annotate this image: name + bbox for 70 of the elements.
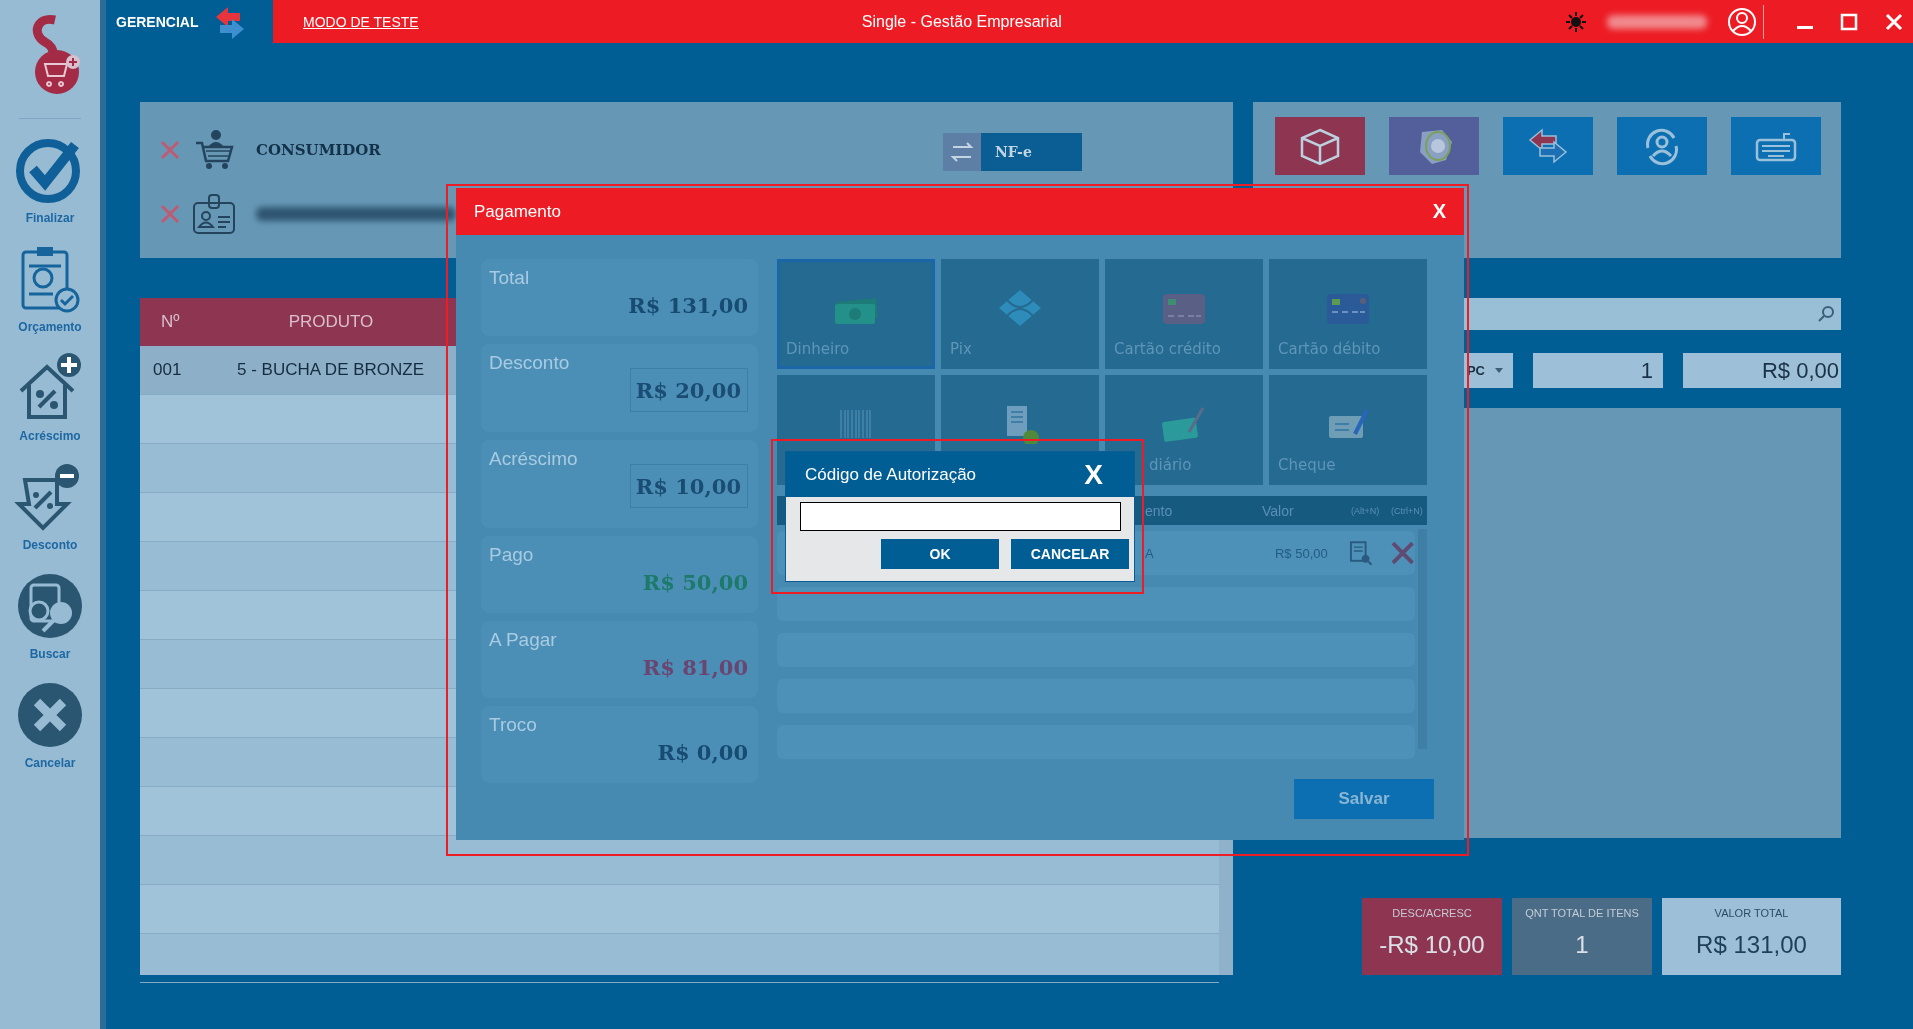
maximize-icon bbox=[1840, 12, 1858, 31]
price-field[interactable]: R$ 0,00 bbox=[1683, 353, 1841, 388]
summary-label: Acréscimo bbox=[489, 448, 579, 470]
summary-value: R$ 81,00 bbox=[642, 655, 748, 680]
dialog-button[interactable]: CANCELAR bbox=[1011, 539, 1129, 569]
sidebar-button-label[interactable]: Finalizar bbox=[25, 211, 75, 225]
table-cell-text: 5 - BUCHA DE BRONZE bbox=[236, 360, 425, 380]
customer-name: CONSUMIDOR bbox=[256, 141, 381, 159]
column-header: PRODUTO bbox=[287, 312, 375, 332]
table-cell-text: 001 bbox=[152, 360, 183, 380]
sidebar-button-label[interactable]: Acréscimo bbox=[19, 429, 81, 443]
close-button[interactable]: X bbox=[1432, 200, 1446, 223]
mode-label: GERENCIAL bbox=[116, 13, 199, 30]
summary-value: R$ 50,00 bbox=[642, 570, 748, 595]
sidebar-button-label[interactable]: Buscar bbox=[29, 647, 71, 661]
dialog-title: Código de Autorização bbox=[805, 464, 977, 485]
summary-label: Desconto bbox=[489, 352, 571, 374]
column-header: (Ctrl+N) bbox=[1391, 505, 1423, 516]
summary-value: R$ 131,00 bbox=[628, 293, 748, 318]
caret-icon bbox=[1495, 368, 1503, 373]
summary-label: Total bbox=[489, 267, 531, 289]
sidebar-button-label[interactable]: Desconto bbox=[22, 538, 78, 552]
toolbar-button[interactable] bbox=[1275, 117, 1365, 175]
payment-method-tile[interactable]: Pix bbox=[941, 259, 1099, 369]
summary-label: Troco bbox=[489, 714, 538, 736]
payment-method-tile[interactable]: Dinheiro bbox=[777, 259, 935, 369]
close-button[interactable]: X bbox=[1084, 458, 1103, 491]
amount-field[interactable]: R$ 10,00 bbox=[630, 464, 748, 508]
column-header: ento bbox=[1145, 502, 1174, 519]
summary-label: A Pagar bbox=[489, 629, 558, 651]
input-field[interactable] bbox=[800, 502, 1121, 531]
toolbar-button[interactable] bbox=[1731, 117, 1821, 175]
close-icon bbox=[1885, 12, 1903, 31]
total-value: -R$ 10,00 bbox=[1379, 931, 1485, 959]
column-header: Valor bbox=[1262, 502, 1295, 519]
remove-icon bbox=[160, 140, 180, 160]
total-label: DESC/ACRESC bbox=[1392, 907, 1472, 919]
swap-arrows-icon bbox=[1526, 126, 1570, 166]
document-search-icon bbox=[1348, 540, 1374, 566]
toolbar-button[interactable] bbox=[1389, 117, 1479, 175]
dialog-button[interactable]: OK bbox=[881, 539, 999, 569]
window-title: Single - Gestão Empresarial bbox=[861, 12, 1062, 31]
id-badge-icon bbox=[192, 193, 236, 235]
remove-icon bbox=[160, 204, 180, 224]
minimize-icon bbox=[1797, 26, 1813, 29]
toolbar-button[interactable] bbox=[1503, 117, 1593, 175]
payment-method-tile[interactable]: Cartão crédito bbox=[1105, 259, 1263, 369]
payment-method-tile[interactable]: diário bbox=[1105, 375, 1263, 485]
sidebar-button-label[interactable]: Orçamento bbox=[18, 320, 82, 334]
total-value: 1 bbox=[1575, 931, 1589, 959]
sun-icon bbox=[1565, 10, 1587, 33]
delete-icon bbox=[1389, 540, 1415, 566]
total-label: VALOR TOTAL bbox=[1714, 907, 1789, 919]
summary-label: Pago bbox=[489, 544, 535, 566]
test-mode-link[interactable]: MODO DE TESTE bbox=[303, 13, 419, 30]
amount-field[interactable]: R$ 20,00 bbox=[630, 368, 748, 412]
payment-method-tile[interactable]: Cartão débito bbox=[1269, 259, 1427, 369]
search-icon bbox=[1817, 305, 1835, 323]
dialog-title: Pagamento bbox=[474, 201, 561, 222]
total-label: QNT TOTAL DE ITENS bbox=[1525, 907, 1639, 919]
payment-method-tile[interactable]: Cheque bbox=[1269, 375, 1427, 485]
quantity-field[interactable]: 1 bbox=[1533, 353, 1663, 388]
toolbar-button[interactable] bbox=[1617, 117, 1707, 175]
box-icon bbox=[1298, 126, 1342, 166]
sidebar-button-label[interactable]: Cancelar bbox=[24, 756, 76, 770]
save-button[interactable]: Salvar bbox=[1294, 779, 1434, 819]
summary-value: R$ 0,00 bbox=[657, 740, 748, 765]
column-header: Nº bbox=[160, 312, 181, 332]
total-value: R$ 131,00 bbox=[1696, 931, 1807, 959]
user-icon bbox=[1727, 6, 1757, 37]
